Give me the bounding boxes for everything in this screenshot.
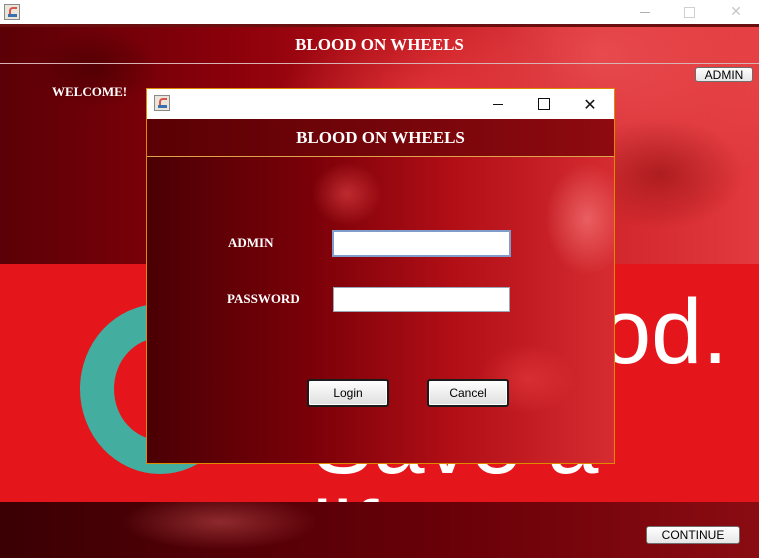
continue-button[interactable]: CONTINUE [646, 526, 740, 544]
admin-button[interactable]: ADMIN [695, 67, 753, 82]
window-top-border [0, 24, 759, 27]
dialog-minimize-button[interactable] [475, 89, 521, 119]
close-button[interactable]: ✕ [713, 0, 759, 24]
java-cup-icon [4, 4, 20, 20]
dialog-maximize-button[interactable] [521, 89, 567, 119]
banner-text-line1: od. [600, 281, 728, 383]
close-icon: ✕ [730, 4, 742, 20]
outer-title-bar: ✕ [0, 0, 759, 24]
minimize-button[interactable] [622, 0, 668, 24]
dialog-header: BLOOD ON WHEELS [147, 119, 614, 157]
dialog-title: BLOOD ON WHEELS [296, 128, 465, 147]
admin-label: ADMIN [228, 235, 274, 250]
dialog-title-bar: ✕ [147, 89, 614, 119]
login-dialog: ✕ BLOOD ON WHEELS ADMIN PASSWORD Login C… [146, 88, 615, 464]
password-label: PASSWORD [227, 291, 300, 306]
close-icon: ✕ [583, 94, 597, 114]
dialog-body: BLOOD ON WHEELS ADMIN PASSWORD Login Can… [147, 119, 614, 463]
admin-input[interactable] [332, 230, 511, 257]
app-title: BLOOD ON WHEELS [295, 35, 464, 54]
welcome-label: WELCOME! [52, 84, 128, 99]
password-input[interactable] [333, 287, 510, 312]
cancel-button[interactable]: Cancel [427, 379, 509, 407]
dialog-close-button[interactable]: ✕ [567, 89, 613, 119]
header-divider [0, 63, 759, 64]
login-button[interactable]: Login [307, 379, 389, 407]
java-cup-icon [154, 95, 170, 111]
maximize-button[interactable] [666, 0, 712, 24]
